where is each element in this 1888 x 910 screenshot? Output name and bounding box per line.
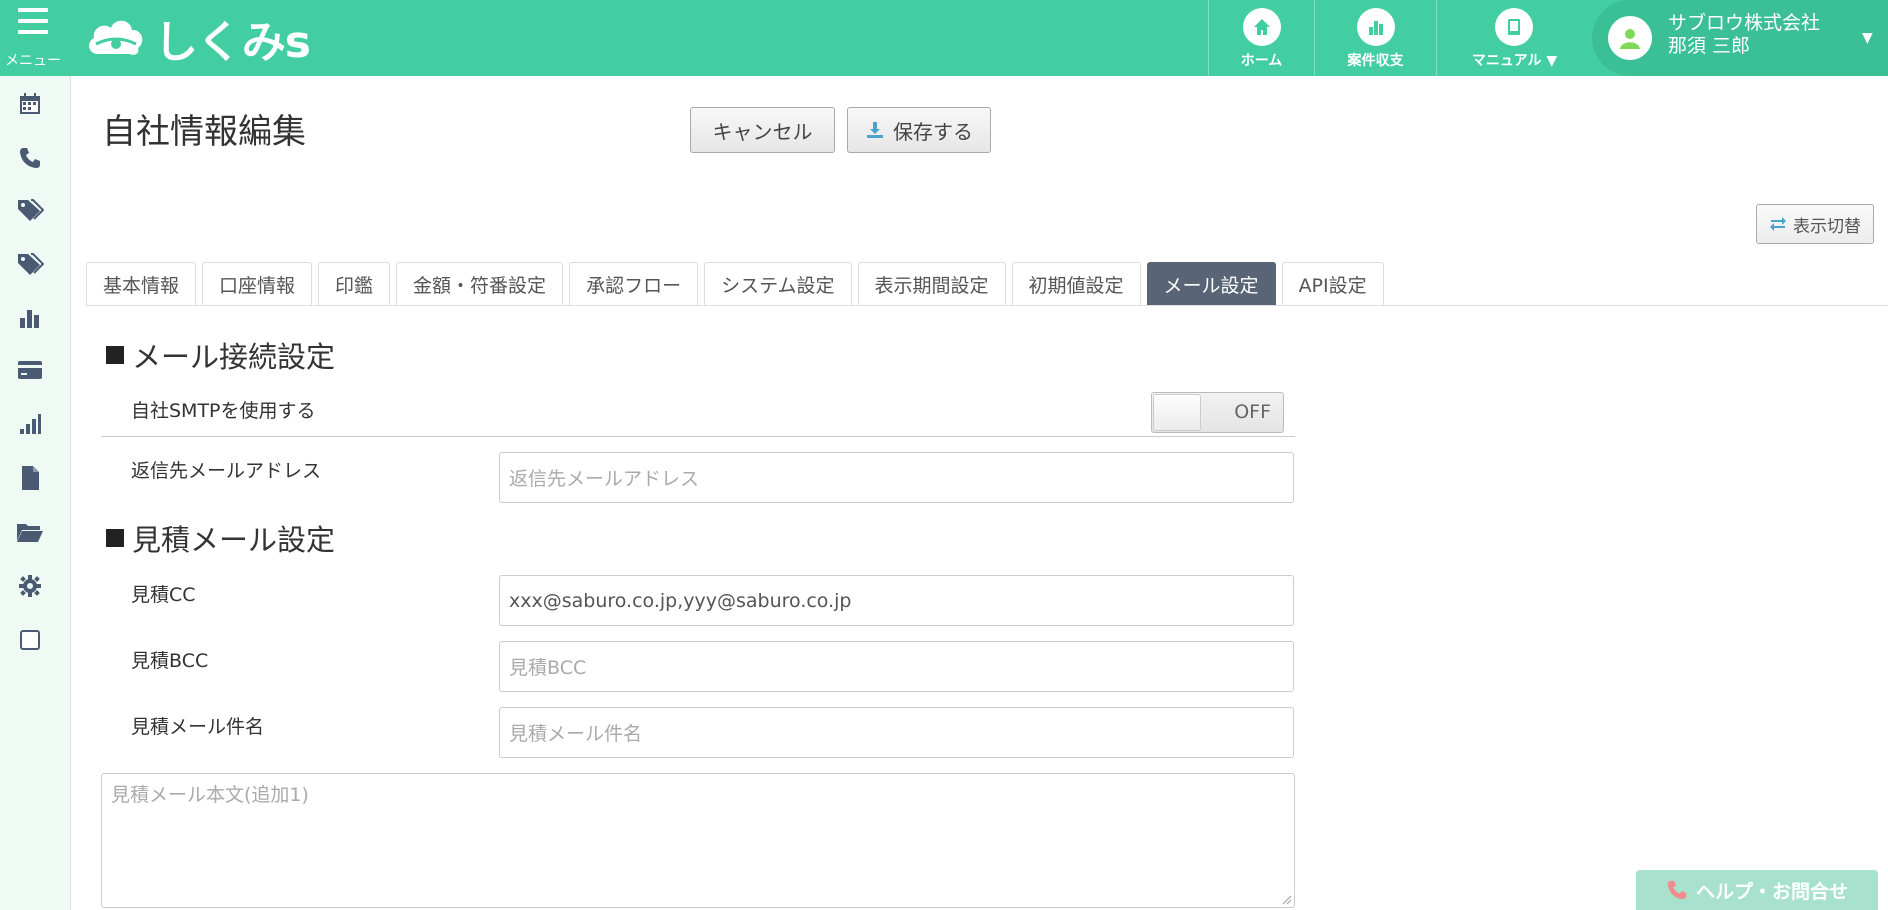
signal-icon[interactable] (14, 408, 46, 440)
help-contact-label: ヘルプ・お問合せ (1695, 880, 1848, 903)
toggle-knob (1153, 394, 1201, 431)
gear-icon[interactable] (14, 570, 46, 602)
home-icon (1243, 8, 1281, 46)
calendar-icon[interactable] (14, 88, 46, 120)
company-name: サブロウ株式会社 (1668, 12, 1821, 34)
help-contact-button[interactable]: ヘルプ・お問合せ (1636, 870, 1878, 910)
tab-system-settings[interactable]: システム設定 (704, 262, 852, 306)
nav-manual[interactable]: マニュアル ▼ (1436, 0, 1592, 76)
tags-icon[interactable] (14, 248, 46, 280)
cloud-logo-icon (89, 20, 143, 55)
user-info: サブロウ株式会社 那須 三郎 (1668, 12, 1820, 58)
phone-icon (1667, 880, 1687, 900)
checkbox-icon[interactable] (14, 624, 46, 656)
resize-grip-icon[interactable] (1280, 893, 1292, 905)
tab-default-values[interactable]: 初期値設定 (1011, 262, 1141, 306)
credit-card-icon[interactable] (14, 354, 46, 386)
phone-icon[interactable] (14, 142, 46, 174)
settings-tabs: 基本情報 口座情報 印鑑 金額・符番設定 承認フロー システム設定 表示期間設定… (86, 262, 1390, 306)
tab-mail-settings[interactable]: メール設定 (1146, 262, 1276, 306)
menu-button[interactable]: メニュー (0, 0, 70, 76)
smtp-label: 自社SMTPを使用する (131, 400, 316, 422)
user-icon (1620, 29, 1640, 49)
nav-project-balance[interactable]: 案件収支 (1314, 0, 1436, 76)
divider (101, 436, 1295, 437)
tab-bank-account[interactable]: 口座情報 (202, 262, 313, 306)
mail-connection-title: メール接続設定 (132, 340, 336, 374)
estimate-subject-label: 見積メール件名 (131, 716, 265, 738)
toggle-view-label: 表示切替 (1793, 216, 1861, 236)
reply-address-input[interactable]: 返信先メールアドレス (499, 452, 1294, 503)
smtp-toggle[interactable]: OFF (1151, 392, 1284, 433)
save-button[interactable]: 保存する (847, 107, 991, 153)
tab-basic-info[interactable]: 基本情報 (86, 262, 197, 306)
bar-chart-icon[interactable] (14, 302, 46, 334)
menu-label: メニュー (5, 53, 61, 69)
mail-connection-section-title: メール接続設定 (106, 334, 335, 376)
exchange-icon (1770, 217, 1786, 231)
tab-api-settings[interactable]: API設定 (1281, 262, 1384, 306)
estimate-body-placeholder: 見積メール本文(追加1) (111, 784, 309, 806)
tab-seal[interactable]: 印鑑 (318, 262, 391, 306)
estimate-cc-input[interactable]: xxx@saburo.co.jp,yyy@saburo.co.jp (499, 575, 1294, 626)
sidebar (0, 76, 71, 910)
logo-text: しくみs (154, 17, 311, 68)
estimate-cc-label: 見積CC (131, 584, 196, 606)
estimate-body-textarea[interactable]: 見積メール本文(追加1) (101, 773, 1295, 908)
tab-display-period[interactable]: 表示期間設定 (857, 262, 1006, 306)
nav-home-label: ホーム (1240, 53, 1283, 69)
estimate-subject-input[interactable]: 見積メール件名 (499, 707, 1294, 758)
nav-manual-label: マニュアル ▼ (1471, 53, 1558, 69)
estimate-bcc-input[interactable]: 見積BCC (499, 641, 1294, 692)
square-bullet-icon (106, 529, 124, 547)
logo[interactable]: しくみs (84, 10, 311, 68)
toggle-view-button[interactable]: 表示切替 (1756, 204, 1874, 244)
tab-amount-numbering[interactable]: 金額・符番設定 (396, 262, 564, 306)
bar-chart-icon (1357, 8, 1395, 46)
tag-icon[interactable] (14, 194, 46, 226)
caret-down-icon: ▼ (1862, 30, 1873, 46)
reply-address-label: 返信先メールアドレス (131, 460, 322, 482)
cancel-button[interactable]: キャンセル (690, 107, 835, 153)
user-name: 那須 三郎 (1668, 35, 1751, 57)
book-icon (1495, 8, 1533, 46)
tab-divider (86, 305, 1888, 306)
folder-open-icon[interactable] (14, 516, 46, 548)
tab-approval-flow[interactable]: 承認フロー (569, 262, 699, 306)
estimate-bcc-label: 見積BCC (131, 650, 209, 672)
nav-home[interactable]: ホーム (1208, 0, 1314, 76)
save-button-label: 保存する (893, 119, 973, 144)
nav-project-balance-label: 案件収支 (1347, 53, 1404, 69)
square-bullet-icon (106, 346, 124, 364)
estimate-mail-title: 見積メール設定 (132, 523, 336, 557)
avatar (1608, 16, 1652, 60)
page-title: 自社情報編集 (102, 112, 306, 152)
file-icon[interactable] (14, 462, 46, 494)
top-bar: メニュー しくみs ホーム 案件収支 マニュアル ▼ サブロウ株式会社 那須 三… (0, 0, 1888, 76)
hamburger-icon (18, 8, 48, 41)
user-menu[interactable]: サブロウ株式会社 那須 三郎 ▼ (1592, 0, 1888, 76)
download-icon (867, 122, 883, 138)
toggle-state: OFF (1234, 401, 1271, 423)
estimate-mail-section-title: 見積メール設定 (106, 517, 335, 559)
